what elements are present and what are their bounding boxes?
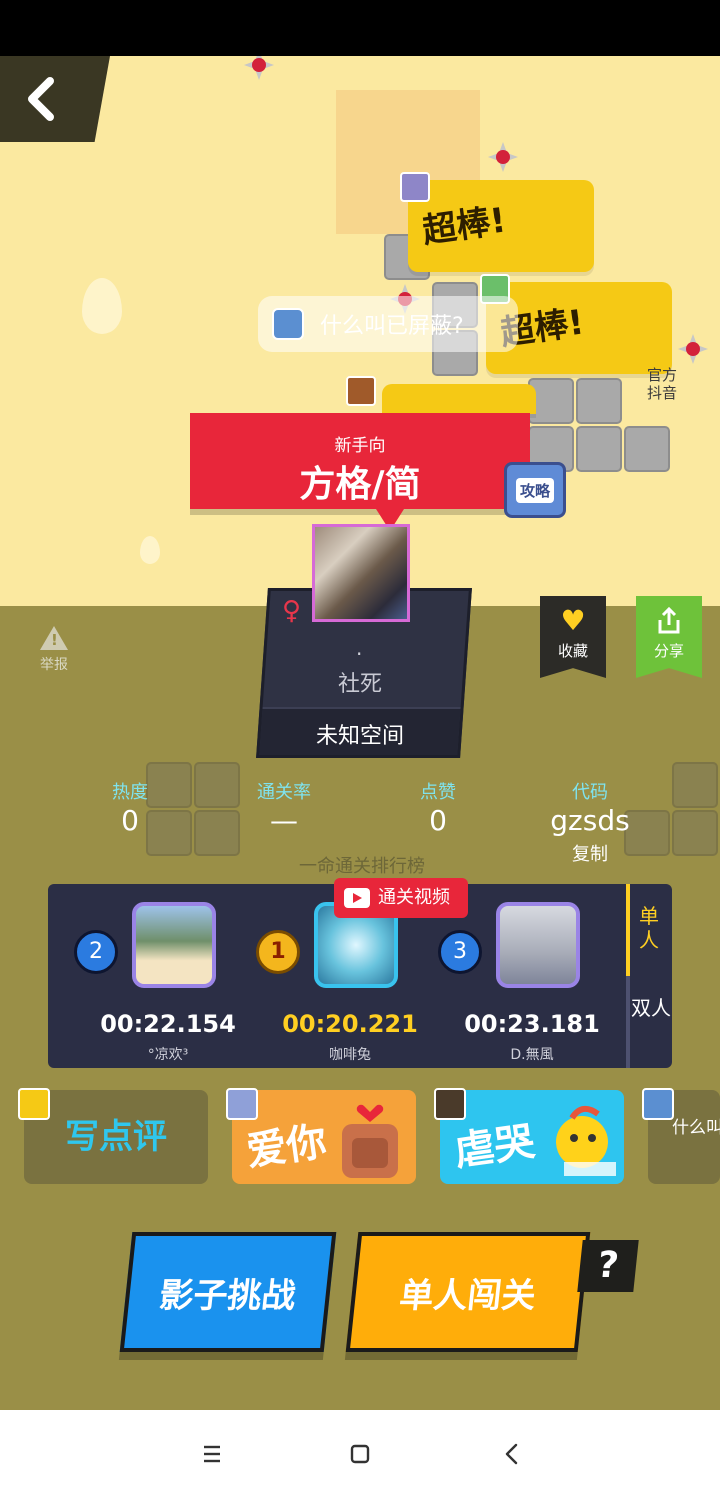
clear-video-button[interactable]: 通关视频 xyxy=(334,878,468,918)
reaction-love[interactable]: 爱你 xyxy=(232,1090,416,1184)
stat-likes: 点赞 0 xyxy=(408,778,468,837)
floating-reaction-text: 超棒! xyxy=(420,200,509,252)
avatar xyxy=(400,172,430,202)
author-dot: · xyxy=(356,642,363,666)
single-play-label: 单人闯关 xyxy=(397,1276,538,1316)
floating-reaction: 超棒! xyxy=(408,180,594,272)
stat-code[interactable]: 代码 gzsds xyxy=(540,778,640,837)
official-label: 官方抖音 xyxy=(646,366,677,402)
female-icon: ♀ xyxy=(282,596,302,626)
decor-drop xyxy=(82,278,122,334)
stat-label: 热度 xyxy=(112,782,148,803)
rank-time: 00:23.181 xyxy=(464,1010,600,1038)
rank-badge: 3 xyxy=(438,930,482,974)
back-button[interactable] xyxy=(0,56,110,142)
leaderboard-tabs: 单人 双人 xyxy=(626,884,672,1068)
help-button[interactable]: ? xyxy=(577,1240,639,1292)
avatar xyxy=(642,1088,674,1120)
rank-player-name: D.無風 xyxy=(510,1047,554,1063)
stat-value: — xyxy=(270,804,298,837)
leaderboard-title: 一命通关排行榜 xyxy=(299,856,425,877)
official-douyin-link[interactable]: 官方抖音 xyxy=(640,366,684,402)
write-review-button[interactable]: 写点评 xyxy=(24,1090,208,1184)
avatar xyxy=(496,902,580,988)
shadow-challenge-label: 影子挑战 xyxy=(157,1276,298,1316)
tile-block xyxy=(194,810,240,856)
warning-icon xyxy=(40,626,68,650)
tab-single[interactable]: 单人 xyxy=(626,884,668,976)
rank-player-name: 咖啡兔 xyxy=(329,1047,371,1063)
author-space[interactable]: 未知空间 xyxy=(290,718,430,750)
tile-block xyxy=(576,426,622,472)
share-button[interactable]: 分享 xyxy=(636,596,702,678)
author-name: 社死 xyxy=(337,672,382,697)
guide-button[interactable]: 攻略 xyxy=(504,462,566,518)
favorite-button[interactable]: ♥ 收藏 xyxy=(540,596,606,678)
level-code: gzsds xyxy=(550,804,630,837)
stat-value: 0 xyxy=(121,804,139,837)
status-bar xyxy=(0,0,720,56)
share-icon xyxy=(658,606,680,634)
menu-icon[interactable] xyxy=(192,1436,232,1472)
level-title-banner: 新手向 方格/简 xyxy=(190,413,530,531)
leaderboard-entry[interactable]: 2 00:22.154 °凉欢³ xyxy=(48,884,236,1068)
stat-heat: 热度 0 xyxy=(100,778,160,837)
avatar xyxy=(18,1088,50,1120)
rank-player-name: °凉欢³ xyxy=(147,1047,189,1063)
tile-block xyxy=(576,378,622,424)
shadow-challenge-button[interactable]: 影子挑战 xyxy=(119,1232,337,1352)
reaction-cry[interactable]: 虐哭 xyxy=(440,1090,624,1184)
decor-drop xyxy=(140,536,160,564)
avatar xyxy=(434,1088,466,1120)
video-camera-icon xyxy=(344,888,370,908)
spike-icon xyxy=(244,56,274,80)
author-avatar[interactable] xyxy=(312,524,410,622)
chevron-left-icon xyxy=(28,77,54,121)
stat-clear-rate: 通关率 — xyxy=(244,778,324,837)
avatar xyxy=(226,1088,258,1120)
avatar xyxy=(272,308,304,340)
spike-icon xyxy=(488,142,518,172)
tile-block xyxy=(672,762,718,808)
crying-face-icon xyxy=(556,1105,616,1176)
avatar xyxy=(132,902,216,988)
love-face-icon xyxy=(342,1104,398,1178)
tile-block xyxy=(194,762,240,808)
tab-duo[interactable]: 双人 xyxy=(630,976,672,1068)
floating-comment-text: 什么叫已屏蔽? xyxy=(320,314,464,339)
single-play-button[interactable]: 单人闯关 xyxy=(345,1232,591,1352)
level-title: 方格/简 xyxy=(299,464,421,505)
guide-label: 攻略 xyxy=(515,477,554,503)
report-button[interactable]: 举报 xyxy=(34,626,74,674)
reaction-more-label: 什么叫一脸 xyxy=(672,1118,720,1138)
rank-time: 00:22.154 xyxy=(100,1010,236,1038)
share-label: 分享 xyxy=(653,642,684,660)
copy-code-button[interactable]: 复制 xyxy=(560,840,620,866)
write-review-label: 写点评 xyxy=(65,1117,167,1157)
spike-icon xyxy=(678,334,708,364)
floating-reaction xyxy=(382,384,536,414)
avatar xyxy=(346,376,376,406)
home-icon[interactable] xyxy=(340,1436,380,1472)
back-icon[interactable] xyxy=(492,1436,532,1472)
report-label: 举报 xyxy=(40,657,68,673)
floating-comment: 什么叫已屏蔽? xyxy=(258,296,518,352)
rank-badge: 2 xyxy=(74,930,118,974)
stat-label: 点赞 xyxy=(420,782,456,803)
tile-block xyxy=(672,810,718,856)
tile-block xyxy=(624,426,670,472)
help-icon: ? xyxy=(595,1245,621,1286)
rank-badge: 1 xyxy=(256,930,300,974)
stat-value: 0 xyxy=(429,804,447,837)
level-tag: 新手向 xyxy=(334,436,386,456)
stat-label: 通关率 xyxy=(257,782,311,803)
rank-time: 00:20.221 xyxy=(282,1010,418,1038)
clear-video-label: 通关视频 xyxy=(378,887,450,908)
stat-label: 代码 xyxy=(572,782,608,803)
favorite-label: 收藏 xyxy=(557,642,588,660)
heart-icon: ♥ xyxy=(560,604,586,637)
